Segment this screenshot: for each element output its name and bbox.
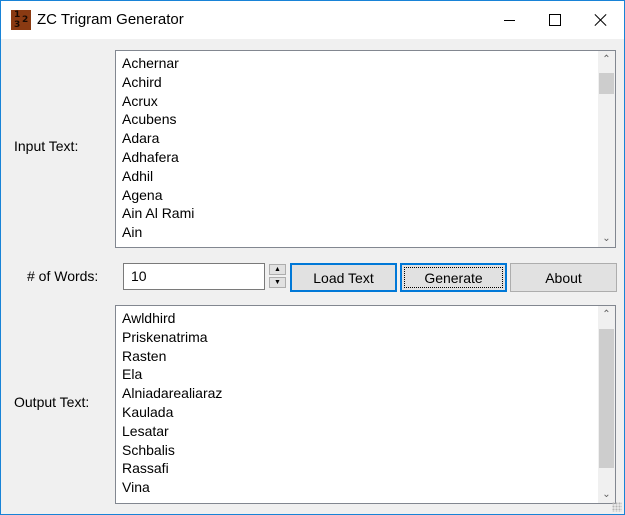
list-item[interactable]: Adhil — [122, 167, 194, 186]
arrow-up-icon: ▲ — [274, 266, 281, 273]
spin-up-button[interactable]: ▲ — [269, 264, 286, 275]
list-item[interactable]: Adara — [122, 129, 194, 148]
close-icon — [595, 14, 607, 26]
maximize-icon — [549, 14, 561, 26]
title-bar[interactable]: 1 2 3 ZC Trigram Generator — [1, 1, 624, 39]
list-item[interactable]: Rasten — [122, 347, 222, 366]
list-item[interactable]: Lesatar — [122, 422, 222, 441]
app-window: 1 2 3 ZC Trigram Generator Input Text: A… — [0, 0, 625, 515]
list-item[interactable]: Alniadarealiaraz — [122, 384, 222, 403]
scroll-down-icon[interactable]: ⌄ — [598, 486, 615, 503]
output-text-label: Output Text: — [14, 394, 90, 410]
output-scrollbar[interactable]: ⌃ ⌄ — [598, 306, 615, 503]
arrow-down-icon: ▼ — [274, 279, 281, 286]
list-item[interactable]: Achird — [122, 73, 194, 92]
list-item[interactable]: Acrux — [122, 92, 194, 111]
resize-grip[interactable] — [612, 502, 622, 512]
list-item[interactable]: Ain Al Rami — [122, 204, 194, 223]
output-text-listbox[interactable]: Awldhird Priskenatrima Rasten Ela Alniadarea… — [115, 305, 616, 504]
list-item[interactable]: Acubens — [122, 110, 194, 129]
output-items: Awldhird Priskenatrima Rasten Ela Alniadarea… — [122, 309, 222, 497]
trigram-app-icon: 1 2 3 — [11, 10, 31, 30]
list-item[interactable]: Schbalis — [122, 441, 222, 460]
close-button[interactable] — [578, 1, 624, 39]
focus-rect — [404, 267, 503, 288]
list-item[interactable]: Ain — [122, 223, 194, 242]
minimize-icon — [503, 19, 515, 21]
window-title: ZC Trigram Generator — [37, 11, 184, 28]
about-button[interactable]: About — [510, 263, 617, 292]
list-item[interactable]: Kaulada — [122, 403, 222, 422]
load-text-label: Load Text — [313, 269, 374, 286]
scroll-down-icon[interactable]: ⌄ — [598, 230, 615, 247]
input-text-listbox[interactable]: Achernar Achird Acrux Acubens Adara Adhafera A… — [115, 50, 616, 248]
input-text-label: Input Text: — [14, 138, 79, 154]
scroll-up-icon[interactable]: ⌃ — [598, 51, 615, 68]
list-item[interactable]: Priskenatrima — [122, 328, 222, 347]
list-item[interactable]: Rassafi — [122, 459, 222, 478]
list-item[interactable]: Agena — [122, 186, 194, 205]
maximize-button[interactable] — [532, 1, 578, 39]
minimize-button[interactable] — [486, 1, 532, 39]
about-label: About — [545, 269, 582, 286]
input-scrollbar[interactable]: ⌃ ⌄ — [598, 51, 615, 247]
output-scroll-thumb[interactable] — [599, 329, 614, 468]
words-count-label: # of Words: — [27, 268, 99, 284]
input-items: Achernar Achird Acrux Acubens Adara Adhafera A… — [122, 54, 194, 242]
list-item[interactable]: Ela — [122, 365, 222, 384]
words-count-input[interactable]: 10 — [123, 263, 265, 290]
list-item[interactable]: Awldhird — [122, 309, 222, 328]
words-count-value: 10 — [131, 268, 147, 284]
list-item[interactable]: Adhafera — [122, 148, 194, 167]
list-item[interactable]: Vina — [122, 478, 222, 497]
load-text-button[interactable]: Load Text — [290, 263, 397, 292]
list-item[interactable]: Achernar — [122, 54, 194, 73]
scroll-up-icon[interactable]: ⌃ — [598, 306, 615, 323]
spin-down-button[interactable]: ▼ — [269, 277, 286, 288]
input-scroll-thumb[interactable] — [599, 73, 614, 94]
generate-button[interactable]: Generate — [400, 263, 507, 292]
